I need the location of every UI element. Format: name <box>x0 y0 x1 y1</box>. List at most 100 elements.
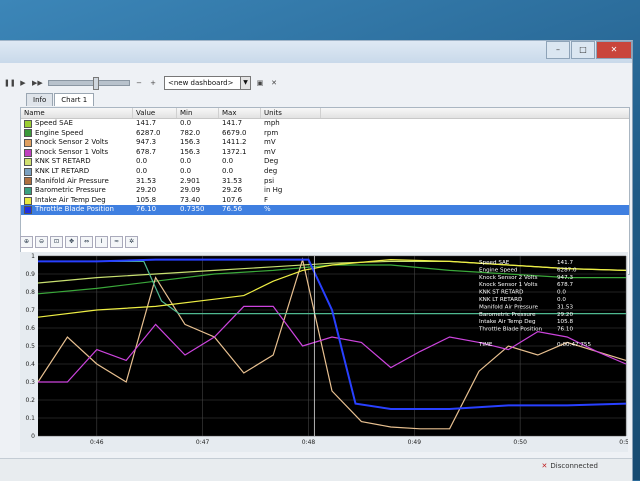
minimize-button[interactable]: – <box>546 41 570 59</box>
chevron-down-icon[interactable]: ▼ <box>241 76 251 90</box>
cell-min: 156.3 <box>180 138 201 147</box>
cell-value: 31.53 <box>136 176 157 185</box>
table-row[interactable]: Intake Air Temp Deg 105.8 73.40 107.6 F <box>21 196 629 206</box>
series-color-swatch[interactable] <box>24 196 32 205</box>
zoom-box-icon[interactable]: ⊡ <box>50 236 63 248</box>
x-tick-label: 0:49 <box>408 439 422 446</box>
y-tick-label: 0.1 <box>25 415 35 422</box>
playback-slider[interactable] <box>48 77 130 90</box>
disconnected-icon: ✕ <box>541 462 548 470</box>
cell-units: in Hg <box>264 186 283 195</box>
legend-label: Throttle Blade Position <box>478 327 543 333</box>
legend-label: Manifold Air Pressure <box>479 304 539 310</box>
legend-value: 76.10 <box>557 327 573 333</box>
status-bar: ✕ Disconnected <box>0 458 632 481</box>
cell-value: 105.8 <box>136 195 157 204</box>
zoom-out-icon[interactable]: − <box>134 78 144 88</box>
pause-icon[interactable]: ❚❚ <box>4 78 16 88</box>
row-name: Knock Sensor 1 Volts <box>35 147 109 156</box>
legend-label: Intake Air Temp Deg <box>479 319 536 325</box>
y-tick-label: 0.4 <box>25 361 35 368</box>
legend-label: Speed SAE <box>479 260 510 266</box>
cell-max: 141.7 <box>222 119 243 127</box>
cell-max: 31.53 <box>222 176 243 185</box>
cell-max: 6679.0 <box>222 128 247 137</box>
save-icon[interactable]: ▣ <box>255 78 265 88</box>
cell-min: 0.0 <box>180 166 192 175</box>
column-header-max[interactable]: Max <box>219 108 261 118</box>
cell-min: 73.40 <box>180 195 201 204</box>
series-color-swatch[interactable] <box>24 167 32 176</box>
table-row[interactable]: Manifold Air Pressure 31.53 2.901 31.53 psi <box>21 177 629 187</box>
table-row[interactable]: Knock Sensor 2 Volts 947.3 156.3 1411.2 mV <box>21 138 629 148</box>
column-header-name[interactable]: Name <box>21 108 133 118</box>
row-name: Intake Air Temp Deg <box>35 195 106 204</box>
zoom-out-icon[interactable]: ⊖ <box>35 236 48 248</box>
series-color-swatch[interactable] <box>24 138 32 147</box>
cell-min: 0.7350 <box>180 205 205 214</box>
legend-label: Knock Sensor 1 Volts <box>479 282 538 288</box>
close-icon[interactable]: ✕ <box>269 78 279 88</box>
series-color-swatch[interactable] <box>24 148 32 157</box>
maximize-button[interactable]: □ <box>571 41 595 59</box>
legend-value: 105.8 <box>557 319 573 325</box>
cell-min: 0.0 <box>180 119 192 127</box>
zoom-in-icon[interactable]: + <box>148 78 158 88</box>
table-row[interactable]: Barometric Pressure 29.20 29.09 29.26 in Hg <box>21 186 629 196</box>
row-name: Throttle Blade Position <box>35 205 114 214</box>
table-row[interactable]: Knock Sensor 1 Volts 678.7 156.3 1372.1 mV <box>21 148 629 158</box>
legend-label: KNK ST RETARD <box>479 290 523 296</box>
series-color-swatch[interactable] <box>24 177 32 186</box>
table-row[interactable]: KNK LT RETARD 0.0 0.0 0.0 deg <box>21 167 629 177</box>
cell-units: psi <box>264 176 275 185</box>
column-header-value[interactable]: Value <box>133 108 177 118</box>
legend-value: 947.3 <box>557 275 573 281</box>
series-color-swatch[interactable] <box>24 129 32 138</box>
row-name: Speed SAE <box>35 119 73 127</box>
table-row[interactable]: Engine Speed 6287.0 782.0 6679.0 rpm <box>21 129 629 139</box>
auto-scale-icon[interactable]: ≈ <box>110 236 123 248</box>
table-row[interactable]: Throttle Blade Position 76.10 0.7350 76.56% <box>21 205 629 215</box>
fit-icon[interactable]: ⇔ <box>80 236 93 248</box>
series-color-swatch[interactable] <box>24 206 32 215</box>
row-name: Barometric Pressure <box>35 186 106 195</box>
y-tick-label: 0.6 <box>25 325 35 332</box>
close-button[interactable]: ✕ <box>596 41 632 59</box>
table-row[interactable]: Speed SAE 141.7 0.0 141.7 mph <box>21 119 629 129</box>
legend-value: 0.0 <box>557 290 566 296</box>
cell-min: 156.3 <box>180 147 201 156</box>
column-header-min[interactable]: Min <box>177 108 219 118</box>
cell-value: 0.0 <box>136 166 148 175</box>
tab-chart-1[interactable]: Chart 1 <box>54 93 95 106</box>
cell-name: Knock Sensor 1 Volts <box>21 148 133 158</box>
y-tick-label: 0.7 <box>25 307 35 314</box>
legend-label: KNK LT RETARD <box>479 297 522 303</box>
cell-units: F <box>264 195 269 204</box>
tab-strip: Info Chart 1 <box>26 93 95 107</box>
y-tick-label: 0.3 <box>25 379 35 386</box>
line-chart[interactable]: 0 0.1 0.2 0.3 0.4 0.5 0.6 0.7 0.8 0.9 1 0:46 0:47 0:4… <box>20 252 628 452</box>
settings-icon[interactable]: ✲ <box>125 236 138 248</box>
zoom-in-icon[interactable]: ⊕ <box>20 236 33 248</box>
pan-icon[interactable]: ✥ <box>65 236 78 248</box>
row-name: KNK LT RETARD <box>35 166 90 175</box>
tab-info[interactable]: Info <box>26 93 54 106</box>
table-row[interactable]: KNK ST RETARD 0.0 0.0 0.0 Deg <box>21 157 629 167</box>
legend-value: 29.20 <box>557 312 573 318</box>
row-name: KNK ST RETARD <box>35 157 91 166</box>
cursor-icon[interactable]: I <box>95 236 108 248</box>
table-header: Name Value Min Max Units <box>21 108 629 119</box>
cell-units: mph <box>264 119 280 127</box>
slider-knob[interactable] <box>93 77 99 90</box>
cell-name: Knock Sensor 2 Volts <box>21 138 133 148</box>
series-color-swatch[interactable] <box>24 186 32 195</box>
fast-forward-icon[interactable]: ▶▶ <box>32 78 43 88</box>
series-color-swatch[interactable] <box>24 119 32 128</box>
cell-units: Deg <box>264 157 279 166</box>
column-header-units[interactable]: Units <box>261 108 321 118</box>
play-icon[interactable]: ▶ <box>18 78 28 88</box>
chart-toolbar: ⊕ ⊖ ⊡ ✥ ⇔ I ≈ ✲ <box>20 236 140 248</box>
series-color-swatch[interactable] <box>24 158 32 167</box>
cell-max: 1372.1 <box>222 147 247 156</box>
dashboard-select[interactable]: <new dashboard> <box>164 76 241 90</box>
